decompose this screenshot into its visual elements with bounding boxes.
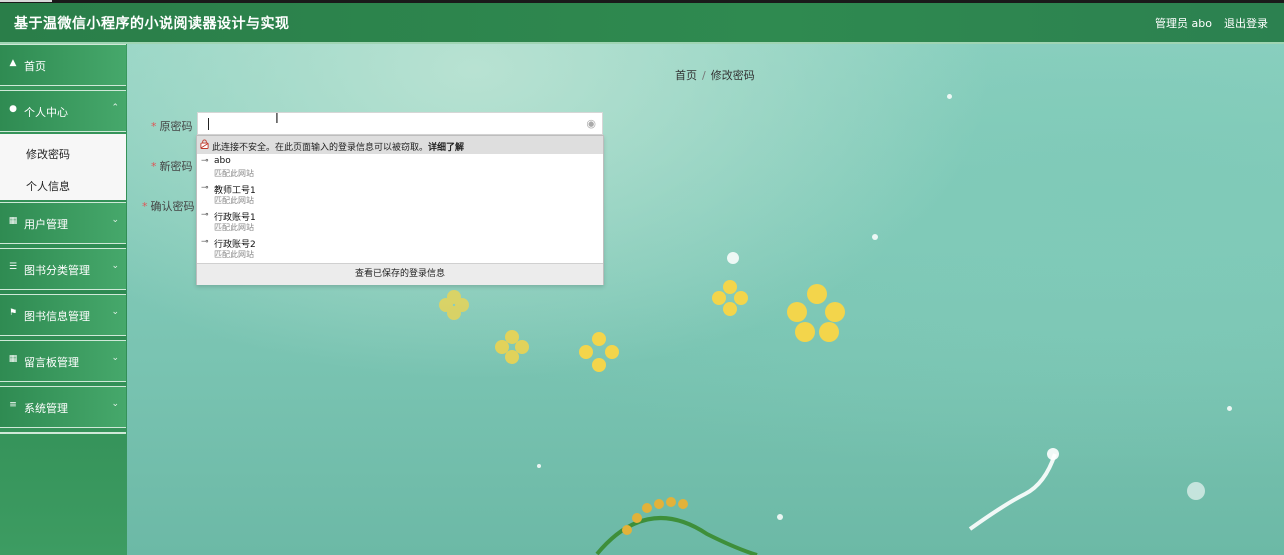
warning-text: 此连接不安全。在此页面输入的登录信息可以被窃取。: [212, 143, 429, 153]
grid-icon: ▦: [8, 216, 18, 226]
sidebar-item-message-board[interactable]: ▦ 留言板管理 ⌄: [0, 340, 126, 382]
sidebar-divider: [0, 432, 126, 434]
old-password-label: * 原密码: [151, 120, 193, 133]
key-icon: ⊸: [201, 210, 209, 220]
sidebar-subitem-change-password[interactable]: 修改密码: [26, 146, 70, 162]
app-title: 基于温微信小程序的小说阅读器设计与实现: [14, 16, 290, 32]
breadcrumb-separator: /: [702, 69, 706, 82]
main-content: 首页 / 修改密码 * 原密码 * 新密码 * 确认密码 ◉ I 此连接不安全。在此页面输…: [127, 44, 1284, 555]
new-password-label: * 新密码: [151, 160, 193, 173]
sidebar-item-book-category[interactable]: ☰ 图书分类管理 ⌄: [0, 248, 126, 290]
settings-icon: ≡: [9, 400, 17, 410]
sidebar-item-label: 图书分类管理: [24, 264, 90, 277]
sidebar-item-label: 首页: [24, 60, 46, 73]
saved-login-note: 匹配此网站: [214, 169, 254, 178]
key-icon: ⊸: [201, 237, 209, 247]
flag-icon: ⚑: [8, 308, 18, 318]
person-icon: ●: [9, 104, 17, 114]
flower-decoration: [579, 332, 619, 372]
grass-decoration: [595, 497, 758, 555]
sidebar: ▲ 首页 ● 个人中心 ⌃ 修改密码 个人信息 ▦ 用户管理 ⌄ ☰ 图书分类管…: [0, 44, 127, 555]
old-password-input[interactable]: ◉: [197, 112, 603, 135]
sidebar-subitem-personal-info[interactable]: 个人信息: [26, 178, 70, 194]
ibeam-cursor-icon: I: [275, 112, 279, 127]
sidebar-item-label: 留言板管理: [24, 356, 79, 369]
saved-login-name: abo: [214, 156, 231, 166]
sparkle-decoration: [1187, 482, 1205, 500]
sidebar-item-label: 用户管理: [24, 218, 68, 231]
chevron-down-icon: ⌄: [111, 353, 119, 363]
eye-icon[interactable]: ◉: [586, 117, 596, 130]
learn-more-link[interactable]: 详细了解: [428, 143, 464, 153]
autofill-dropdown: 此连接不安全。在此页面输入的登录信息可以被窃取。详细了解 ⊸ abo 匹配此网站…: [196, 135, 604, 285]
lock-warning-icon: [200, 139, 209, 149]
list-icon: ☰: [8, 262, 18, 272]
sidebar-item-label: 个人中心: [24, 106, 68, 119]
saved-login-note: 匹配此网站: [214, 250, 254, 259]
saved-login-note: 匹配此网站: [214, 223, 254, 232]
sparkle-decoration: [537, 464, 541, 468]
breadcrumb-home[interactable]: 首页: [675, 69, 697, 82]
confirm-password-label: * 确认密码: [142, 200, 195, 213]
sidebar-item-user-management[interactable]: ▦ 用户管理 ⌄: [0, 202, 126, 244]
flower-decoration: [495, 330, 529, 364]
sparkle-decoration: [727, 252, 739, 264]
saved-login-entry[interactable]: ⊸ 行政账号1 匹配此网站: [197, 208, 603, 235]
saved-login-note: 匹配此网站: [214, 196, 254, 205]
sidebar-item-book-info[interactable]: ⚑ 图书信息管理 ⌄: [0, 294, 126, 336]
sparkle-decoration: [1227, 406, 1232, 411]
home-icon: ▲: [9, 58, 17, 68]
sparkle-decoration: [947, 94, 952, 99]
breadcrumb: 首页 / 修改密码: [675, 67, 755, 83]
sidebar-item-label: 系统管理: [24, 402, 68, 415]
chevron-down-icon: ⌄: [111, 261, 119, 271]
flower-decoration: [439, 290, 469, 320]
chevron-up-icon: ⌃: [111, 103, 119, 113]
sparkle-decoration: [777, 514, 783, 520]
sidebar-item-system-management[interactable]: ≡ 系统管理 ⌄: [0, 386, 126, 428]
sidebar-item-label: 图书信息管理: [24, 310, 90, 323]
sparkle-decoration: [872, 234, 878, 240]
splash-decoration: [968, 448, 1059, 531]
text-caret: [208, 118, 209, 130]
logout-link[interactable]: 退出登录: [1224, 15, 1268, 31]
chevron-down-icon: ⌄: [111, 399, 119, 409]
chevron-down-icon: ⌄: [111, 215, 119, 225]
flower-decoration: [787, 284, 847, 344]
key-icon: ⊸: [201, 183, 209, 193]
key-icon: ⊸: [201, 156, 209, 166]
top-header: 基于温微信小程序的小说阅读器设计与实现 管理员 abo 退出登录: [0, 3, 1284, 44]
personal-center-submenu: 修改密码 个人信息: [0, 134, 126, 200]
grid-icon: ▦: [8, 354, 18, 364]
breadcrumb-current: 修改密码: [710, 69, 755, 82]
saved-login-entry[interactable]: ⊸ 教师工号1 匹配此网站: [197, 181, 603, 208]
sidebar-item-home[interactable]: ▲ 首页: [0, 44, 126, 86]
view-saved-logins-button[interactable]: 查看已保存的登录信息: [197, 263, 603, 285]
saved-login-entry[interactable]: ⊸ 行政账号2 匹配此网站: [197, 235, 603, 262]
insecure-connection-warning: 此连接不安全。在此页面输入的登录信息可以被窃取。详细了解: [197, 136, 603, 154]
flower-decoration: [712, 280, 748, 316]
sidebar-item-personal-center[interactable]: ● 个人中心 ⌃: [0, 90, 126, 132]
current-user-label: 管理员 abo: [1155, 17, 1212, 30]
chevron-down-icon: ⌄: [111, 307, 119, 317]
saved-login-entry[interactable]: ⊸ abo 匹配此网站: [197, 154, 603, 181]
